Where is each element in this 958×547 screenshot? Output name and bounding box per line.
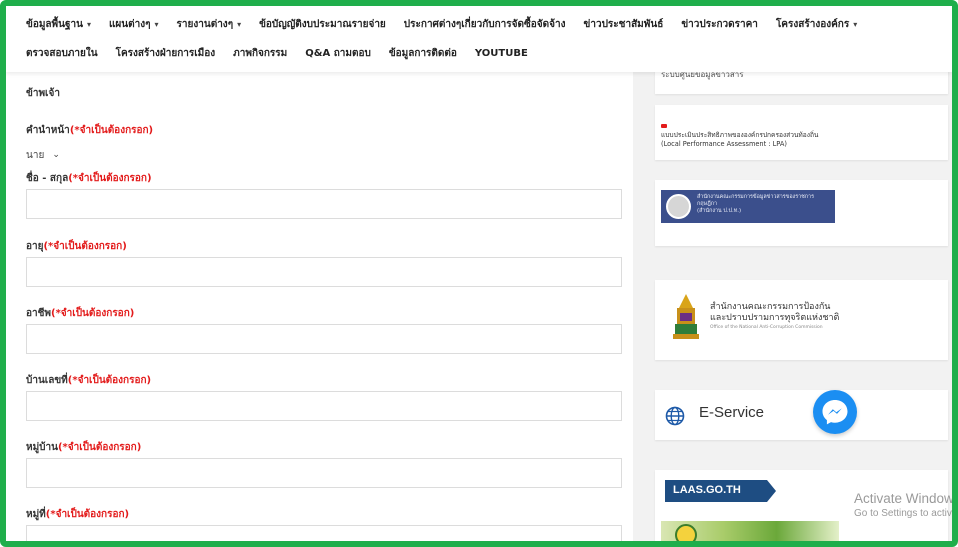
lpa-banner[interactable]: แบบประเมินประสิทธิภาพขององค์กรปกครองส่วน… — [655, 105, 948, 160]
occupation-field[interactable] — [26, 324, 622, 354]
nacc-banner[interactable]: สำนักงานคณะกรรมการป้องกัน และปราบปรามการ… — [655, 280, 948, 360]
age-field[interactable] — [26, 257, 622, 287]
top-navigation: ข้อมูลพื้นฐาน ▾ แผนต่างๆ ▾ รายงานต่างๆ ▾ ข้… — [6, 6, 952, 72]
nav-row-secondary: ตรวจสอบภายใน โครงสร้างฝ่ายการเมือง ภาพกิ… — [26, 43, 546, 63]
nav-item-internal-audit[interactable]: ตรวจสอบภายใน — [26, 46, 98, 61]
prefix-label: คำนำหน้า(*จำเป็นต้องกรอก) — [26, 125, 154, 136]
occupation-label: อาชีพ(*จำเป็นต้องกรอก) — [26, 308, 135, 319]
name-label: ชื่อ - สกุล(*จำเป็นต้องกรอก) — [26, 173, 152, 184]
chevron-down-icon: ▾ — [853, 19, 858, 29]
required-marker: (*จำเป็นต้องกรอก) — [69, 125, 154, 136]
dla-banner[interactable]: สำนักงานคณะกรรมการข้อมูลข่าวสารของราชการ… — [655, 180, 948, 246]
chevron-down-icon: ▾ — [154, 19, 159, 29]
nav-item-qa[interactable]: Q&A ถามตอบ — [305, 46, 371, 61]
age-label: อายุ(*จำเป็นต้องกรอก) — [26, 241, 127, 252]
chevron-down-icon: ▾ — [86, 19, 91, 29]
form-heading: ข้าพเจ้า — [26, 88, 60, 99]
prefix-select[interactable]: นาย ⌄ — [26, 146, 74, 164]
laas-image — [661, 521, 839, 541]
nav-row-primary: ข้อมูลพื้นฐาน ▾ แผนต่างๆ ▾ รายงานต่างๆ ▾ ข้… — [26, 14, 875, 34]
required-marker: (*จำเป็นต้องกรอก) — [43, 241, 127, 252]
nav-item-bidding-news[interactable]: ข่าวประกวดราคา — [681, 17, 758, 32]
village-field[interactable] — [26, 458, 622, 488]
house-number-field[interactable] — [26, 391, 622, 421]
messenger-icon — [822, 400, 848, 425]
nav-item-budget[interactable]: ข้อบัญญัติงบประมาณรายจ่าย — [259, 17, 386, 32]
required-marker: (*จำเป็นต้องกรอก) — [45, 509, 130, 520]
required-marker: (*จำเป็นต้องกรอก) — [57, 442, 142, 453]
laas-seal-icon — [675, 524, 697, 541]
village-label: หมู่บ้าน(*จำเป็นต้องกรอก) — [26, 442, 142, 453]
request-form: ข้าพเจ้า คำนำหน้า(*จำเป็นต้องกรอก) นาย ⌄ … — [6, 72, 627, 541]
name-field[interactable] — [26, 189, 622, 219]
nacc-emblem-icon — [673, 294, 699, 339]
nav-item-youtube[interactable]: YOUTUBE — [475, 48, 528, 59]
chevron-down-icon: ⌄ — [52, 150, 60, 160]
nav-item-political-structure[interactable]: โครงสร้างฝ่ายการเมือง — [116, 46, 216, 61]
eservice-banner[interactable]: E-Service — [655, 390, 948, 440]
chevron-down-icon: ▾ — [237, 19, 242, 29]
government-seal-icon — [666, 194, 691, 219]
nav-item-reports[interactable]: รายงานต่างๆ ▾ — [177, 17, 242, 32]
village-number-label: หมู่ที่(*จำเป็นต้องกรอก) — [26, 509, 130, 520]
required-marker: (*จำเป็นต้องกรอก) — [51, 308, 135, 319]
house-number-label: บ้านเลขที่(*จำเป็นต้องกรอก) — [26, 375, 152, 386]
arrow-shape — [767, 480, 776, 502]
activate-windows-watermark: Activate Windows Go to Settings to activ… — [854, 491, 958, 519]
nav-item-contact[interactable]: ข้อมูลการติดต่อ — [389, 46, 457, 61]
nav-item-basic-info[interactable]: ข้อมูลพื้นฐาน ▾ — [26, 17, 91, 32]
sidebar: ระบบศูนย์ข้อมูลข่าวสาร แบบประเมินประสิทธ… — [633, 66, 952, 541]
globe-icon — [665, 406, 685, 426]
required-marker: (*จำเป็นต้องกรอก) — [67, 375, 152, 386]
messenger-chat-button[interactable] — [813, 390, 857, 434]
nav-item-procurement[interactable]: ประกาศต่างๆเกี่ยวกับการจัดซื้อจัดจ้าง — [404, 17, 566, 32]
nav-item-org-structure[interactable]: โครงสร้างองค์กร ▾ — [776, 17, 857, 32]
lpa-logo-icon — [661, 124, 667, 128]
nav-item-plans[interactable]: แผนต่างๆ ▾ — [109, 17, 159, 32]
nav-item-activities[interactable]: ภาพกิจกรรม — [233, 46, 287, 61]
nav-item-pr-news[interactable]: ข่าวประชาสัมพันธ์ — [584, 17, 664, 32]
required-marker: (*จำเป็นต้องกรอก) — [68, 173, 152, 184]
browser-frame: ข้อมูลพื้นฐาน ▾ แผนต่างๆ ▾ รายงานต่างๆ ▾ ข้… — [0, 0, 958, 547]
village-number-field[interactable] — [26, 525, 622, 541]
